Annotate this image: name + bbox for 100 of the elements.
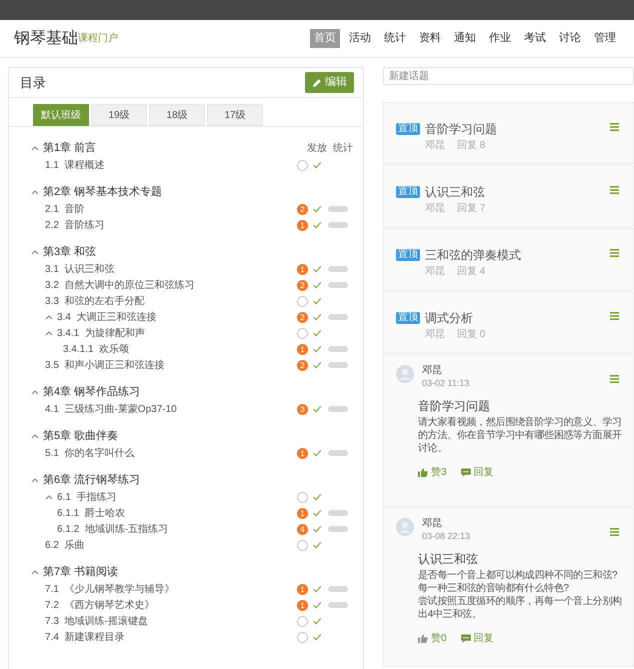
catalog-item[interactable]: 6.2 乐曲 xyxy=(45,538,84,552)
pinned-tag: 置顶 xyxy=(396,249,420,261)
status-circle xyxy=(297,296,308,306)
chapter-title[interactable]: 第6章 流行钢琴练习 xyxy=(43,472,140,488)
catalog-item[interactable]: 7.3 地域训练-摇滚键盘 xyxy=(45,614,148,628)
status-circle xyxy=(297,492,308,502)
catalog-item[interactable]: 3.2 自然大调中的原位三和弦练习 xyxy=(45,278,194,292)
class-tab[interactable]: 17级 xyxy=(207,104,263,126)
catalog-item[interactable]: 2.1 音阶 xyxy=(45,202,84,216)
count-badge: 1 xyxy=(297,264,308,274)
count-badge: 2 xyxy=(297,360,308,370)
pinned-tag: 置顶 xyxy=(396,312,420,324)
menu-icon[interactable] xyxy=(610,312,619,320)
count-badge: 3 xyxy=(297,404,308,414)
panel-title: 目录 xyxy=(20,74,46,92)
menu-icon[interactable] xyxy=(610,528,619,536)
topic-card[interactable]: 置顶 认识三和弦 邓昆 回复 7 xyxy=(383,165,634,227)
catalog-item[interactable]: 5.1 你的名字叫什么 xyxy=(45,446,134,460)
catalog-item[interactable]: 6.1 手指练习 xyxy=(57,490,116,504)
topic-title[interactable]: 认识三和弦 xyxy=(425,183,485,201)
topic-card[interactable]: 置顶 调式分析 邓昆 回复 0 xyxy=(383,291,634,353)
reply-count: 回复 8 xyxy=(457,139,486,153)
collapse-caret-icon[interactable] xyxy=(31,389,39,395)
course-logo: 钢琴基础 xyxy=(14,28,78,48)
chapter-title[interactable]: 第5章 歌曲伴奏 xyxy=(43,428,118,444)
catalog-item[interactable]: 3.5 和声小调正三和弦连接 xyxy=(45,358,164,372)
count-badge: 1 xyxy=(297,344,308,354)
count-badge: 2 xyxy=(297,280,308,290)
comment-icon xyxy=(460,634,471,642)
collapse-caret-icon[interactable] xyxy=(31,477,39,483)
nav-tab[interactable]: 活动 xyxy=(345,29,375,48)
catalog-item[interactable]: 3.1 认识三和弦 xyxy=(45,262,114,276)
nav-tab[interactable]: 讨论 xyxy=(555,29,585,48)
catalog-item[interactable]: 4.1 三级练习曲-莱蒙Op37-10 xyxy=(45,402,177,416)
topic-title[interactable]: 三和弦的弹奏模式 xyxy=(425,246,521,264)
nav-tab[interactable]: 资料 xyxy=(415,29,445,48)
catalog-item[interactable]: 3.3 和弦的左右手分配 xyxy=(45,294,144,308)
catalog-item[interactable]: 3.4.1 为旋律配和声 xyxy=(57,326,145,340)
chapter-title[interactable]: 第4章 钢琴作品练习 xyxy=(43,384,140,400)
status-circle xyxy=(297,160,308,170)
count-badge: 2 xyxy=(297,312,308,322)
pencil-icon xyxy=(312,78,322,88)
comment-icon xyxy=(460,468,471,476)
menu-icon[interactable] xyxy=(610,375,619,383)
reply-count: 回复 4 xyxy=(457,265,486,279)
catalog-item[interactable]: 7.4 新建课程目录 xyxy=(45,630,124,644)
collapse-caret-icon[interactable] xyxy=(31,249,39,255)
catalog-item[interactable]: 6.1.2 地域训练-五指练习 xyxy=(57,522,168,536)
catalog-item[interactable]: 7.2 《西方钢琴艺术史》 xyxy=(45,598,154,612)
count-badge: 1 xyxy=(297,584,308,594)
portal-subtitle: 课程门户 xyxy=(78,32,118,46)
menu-icon[interactable] xyxy=(610,186,619,194)
nav-tab[interactable]: 统计 xyxy=(380,29,410,48)
reply-count: 回复 7 xyxy=(457,202,486,216)
nav-tab[interactable]: 作业 xyxy=(485,29,515,48)
topic-title[interactable]: 音阶学习问题 xyxy=(425,120,497,138)
topic-card[interactable]: 置顶 三和弦的弹奏模式 邓昆 回复 4 xyxy=(383,228,634,290)
class-tab[interactable]: 19级 xyxy=(91,104,147,126)
collapse-caret-icon[interactable] xyxy=(31,145,39,151)
column-header: 统计 xyxy=(333,142,353,156)
chapter-title[interactable]: 第3章 和弦 xyxy=(43,244,96,260)
count-badge: 4 xyxy=(297,524,308,534)
chapter-title[interactable]: 第1章 前言 xyxy=(43,140,96,156)
catalog-item[interactable]: 3.4 大调正三和弦连接 xyxy=(57,310,156,324)
catalog-item[interactable]: 6.1.1 爵士哈农 xyxy=(57,506,125,520)
pinned-tag: 置顶 xyxy=(396,186,420,198)
post-title: 认识三和弦 xyxy=(418,550,479,568)
chapter-title[interactable]: 第2章 钢琴基本技术专题 xyxy=(43,184,162,200)
topic-author: 邓昆 xyxy=(425,202,445,216)
collapse-caret-icon[interactable] xyxy=(45,494,53,500)
collapse-caret-icon[interactable] xyxy=(31,569,39,575)
catalog-item[interactable]: 1.1 课程概述 xyxy=(45,158,104,172)
avatar-icon xyxy=(396,518,414,536)
count-badge: 1 xyxy=(297,448,308,458)
topic-card[interactable]: 置顶 音阶学习问题 邓昆 回复 8 xyxy=(383,102,634,164)
nav-tab[interactable]: 管理 xyxy=(590,29,620,48)
new-topic-field[interactable]: 新建话题 xyxy=(383,67,634,85)
post-author: 邓昆 xyxy=(422,365,443,377)
menu-icon[interactable] xyxy=(610,249,619,257)
collapse-caret-icon[interactable] xyxy=(31,433,39,439)
status-circle xyxy=(297,632,308,642)
topic-author: 邓昆 xyxy=(425,139,445,153)
chapter-title[interactable]: 第7章 书籍阅读 xyxy=(43,564,118,580)
collapse-caret-icon[interactable] xyxy=(31,189,39,195)
collapse-caret-icon[interactable] xyxy=(45,330,53,336)
topic-title[interactable]: 调式分析 xyxy=(425,309,473,327)
pinned-tag: 置顶 xyxy=(396,123,420,135)
reply-count: 回复 0 xyxy=(457,328,486,342)
post-time: 03-08 22:13 xyxy=(422,530,470,543)
catalog-item[interactable]: 3.4.1.1 欢乐颂 xyxy=(63,342,130,356)
catalog-item[interactable]: 2.2 音阶练习 xyxy=(45,218,104,232)
topic-author: 邓昆 xyxy=(425,265,445,279)
status-circle xyxy=(297,328,308,338)
catalog-item[interactable]: 7.1 《少儿钢琴教学与辅导》 xyxy=(45,582,174,596)
collapse-caret-icon[interactable] xyxy=(45,314,53,320)
class-tab[interactable]: 18级 xyxy=(149,104,205,126)
nav-tab[interactable]: 考试 xyxy=(520,29,550,48)
post-author: 邓昆 xyxy=(422,518,443,530)
nav-tab[interactable]: 通知 xyxy=(450,29,480,48)
menu-icon[interactable] xyxy=(610,123,619,131)
